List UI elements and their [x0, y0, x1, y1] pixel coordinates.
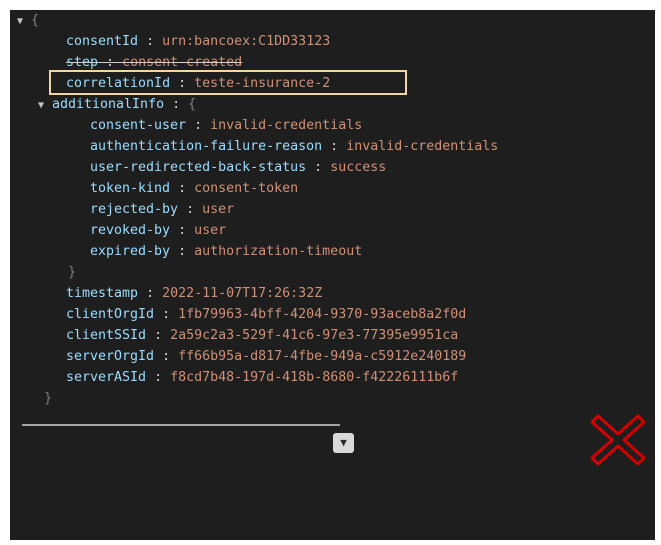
- field-key: timestamp: [66, 286, 139, 301]
- chevron-down-icon[interactable]: ▼: [333, 433, 354, 453]
- field-value: user: [202, 202, 235, 217]
- field-value: f8cd7b48-197d-418b-8680-f42226111b6f: [170, 370, 459, 385]
- field-clientOrgId: clientOrgId : 1fb79963-4bff-4204-9370-93…: [66, 304, 466, 325]
- field-key: expired-by: [90, 244, 171, 259]
- field-separator: :: [178, 202, 203, 217]
- field-separator: :: [146, 328, 171, 343]
- field-value: consent-created: [122, 55, 243, 70]
- field-consentId: consentId : urn:bancoex:C1DD33123: [66, 31, 330, 52]
- field-value: authorization-timeout: [194, 244, 363, 259]
- field-separator: :: [146, 370, 171, 385]
- divider-line: [22, 424, 340, 426]
- field-timestamp: timestamp : 2022-11-07T17:26:32Z: [66, 283, 322, 304]
- field-separator: :: [170, 181, 195, 196]
- field-key: consent-user: [90, 118, 187, 133]
- field-key: rejected-by: [90, 202, 179, 217]
- field-value: 2022-11-07T17:26:32Z: [162, 286, 323, 301]
- field-separator: :: [170, 244, 195, 259]
- correlation-highlight-box: [49, 70, 407, 95]
- field-value: invalid-credentials: [346, 139, 499, 154]
- field-separator: :: [138, 286, 163, 301]
- field-separator: :: [154, 349, 179, 364]
- root-object-row[interactable]: ▼{: [17, 10, 39, 31]
- field-separator: :: [306, 160, 331, 175]
- dropdown-caret: ▼: [340, 436, 347, 449]
- root-close-brace: }: [44, 391, 53, 406]
- field-separator: :: [138, 34, 163, 49]
- field-separator: :: [154, 307, 179, 322]
- field-separator: :: [170, 223, 195, 238]
- info-rejected-by: rejected-by : user: [90, 199, 234, 220]
- field-key: serverASId: [66, 370, 147, 385]
- field-separator: :: [164, 97, 189, 112]
- field-value: ff66b95a-d817-4fbe-949a-c5912e240189: [178, 349, 467, 364]
- field-value: 2a59c2a3-529f-41c6-97e3-77395e9951ca: [170, 328, 459, 343]
- field-separator: :: [186, 118, 211, 133]
- close-x-icon: [590, 414, 646, 466]
- object-open-brace: {: [188, 97, 197, 112]
- field-key: authentication-failure-reason: [90, 139, 323, 154]
- field-value: success: [330, 160, 387, 175]
- info-consent-user: consent-user : invalid-credentials: [90, 115, 362, 136]
- info-authentication-failure-reason: authentication-failure-reason : invalid-…: [90, 136, 498, 157]
- field-value: invalid-credentials: [210, 118, 363, 133]
- root-close-brace-row: }: [44, 388, 52, 409]
- field-clientSSId: clientSSId : 2a59c2a3-529f-41c6-97e3-773…: [66, 325, 458, 346]
- field-separator: :: [98, 55, 123, 70]
- root-open-brace: {: [31, 13, 40, 28]
- field-value: user: [194, 223, 227, 238]
- field-key: step: [66, 55, 99, 70]
- field-key: additionalInfo: [52, 97, 165, 112]
- info-expired-by: expired-by : authorization-timeout: [90, 241, 362, 262]
- field-key: revoked-by: [90, 223, 171, 238]
- field-separator: :: [322, 139, 347, 154]
- field-key: clientSSId: [66, 328, 147, 343]
- field-additionalInfo[interactable]: ▼ additionalInfo : {: [38, 94, 196, 115]
- field-key: consentId: [66, 34, 139, 49]
- field-serverASId: serverASId : f8cd7b48-197d-418b-8680-f42…: [66, 367, 458, 388]
- field-serverOrgId: serverOrgId : ff66b95a-d817-4fbe-949a-c5…: [66, 346, 466, 367]
- field-key: user-redirected-back-status: [90, 160, 307, 175]
- info-token-kind: token-kind : consent-token: [90, 178, 298, 199]
- collapse-caret-icon[interactable]: ▼: [17, 11, 31, 32]
- info-revoked-by: revoked-by : user: [90, 220, 226, 241]
- object-close-brace: }: [68, 265, 77, 280]
- field-value: urn:bancoex:C1DD33123: [162, 34, 331, 49]
- field-key: clientOrgId: [66, 307, 155, 322]
- collapse-caret-icon[interactable]: ▼: [38, 95, 52, 116]
- field-value: 1fb79963-4bff-4204-9370-93aceb8a2f0d: [178, 307, 467, 322]
- field-value: consent-token: [194, 181, 299, 196]
- info-user-redirected-back-status: user-redirected-back-status : success: [90, 157, 386, 178]
- field-key: serverOrgId: [66, 349, 155, 364]
- field-key: token-kind: [90, 181, 171, 196]
- additionalInfo-close-brace: }: [68, 262, 76, 283]
